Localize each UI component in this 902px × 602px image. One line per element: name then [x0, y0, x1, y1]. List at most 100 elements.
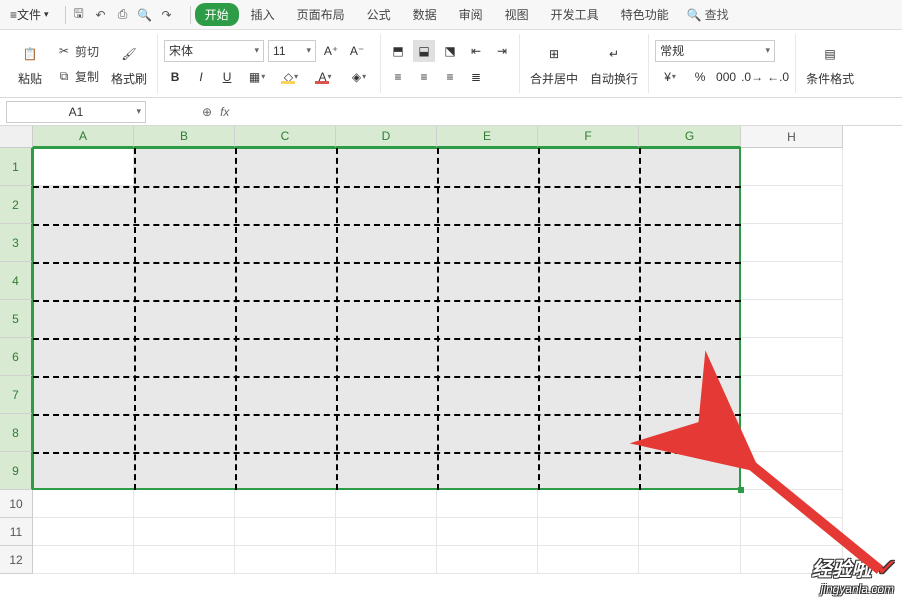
tab-special[interactable]: 特色功能 [611, 2, 679, 27]
cell[interactable] [235, 518, 336, 546]
cell[interactable] [639, 518, 741, 546]
cell[interactable] [235, 338, 336, 376]
cell[interactable] [33, 148, 134, 186]
name-box[interactable]: A1 ▾ [6, 101, 146, 123]
decrease-decimal-icon[interactable]: ←.0 [767, 66, 789, 88]
select-all-corner[interactable] [0, 126, 33, 148]
preview-icon[interactable]: 🔍 [136, 6, 154, 24]
cell[interactable] [134, 338, 235, 376]
cell[interactable] [235, 452, 336, 490]
row-header[interactable]: 8 [0, 414, 33, 452]
cell[interactable] [437, 546, 538, 574]
align-right-icon[interactable]: ≡ [439, 66, 461, 88]
cell[interactable] [538, 490, 639, 518]
fx-icon[interactable]: fx [220, 105, 229, 119]
tab-dev-tools[interactable]: 开发工具 [541, 2, 609, 27]
align-top-icon[interactable]: ⬒ [387, 40, 409, 62]
cell[interactable] [437, 452, 538, 490]
cell[interactable] [639, 546, 741, 574]
tab-review[interactable]: 审阅 [449, 2, 493, 27]
cell[interactable] [336, 300, 437, 338]
column-header[interactable]: C [235, 126, 336, 148]
cell[interactable] [336, 338, 437, 376]
cut-button[interactable]: ✂剪切 [52, 41, 103, 62]
cells-area[interactable] [33, 148, 843, 574]
cell[interactable] [437, 518, 538, 546]
decrease-indent-icon[interactable]: ⇤ [465, 40, 487, 62]
cell[interactable] [235, 300, 336, 338]
cell[interactable] [639, 414, 741, 452]
column-header[interactable]: H [741, 126, 843, 148]
cell[interactable] [741, 414, 843, 452]
font-name-select[interactable]: 宋体▾ [164, 40, 264, 62]
cell[interactable] [538, 546, 639, 574]
row-header[interactable]: 2 [0, 186, 33, 224]
cell[interactable] [538, 186, 639, 224]
column-header[interactable]: A [33, 126, 134, 148]
cell[interactable] [235, 414, 336, 452]
align-bottom-icon[interactable]: ⬔ [439, 40, 461, 62]
cell[interactable] [639, 224, 741, 262]
row-header[interactable]: 11 [0, 518, 33, 546]
cell[interactable] [33, 186, 134, 224]
align-left-icon[interactable]: ≡ [387, 66, 409, 88]
underline-button[interactable]: U [216, 66, 238, 88]
row-header[interactable]: 12 [0, 546, 33, 574]
cell[interactable] [134, 490, 235, 518]
cell[interactable] [741, 300, 843, 338]
percent-button[interactable]: % [689, 66, 711, 88]
justify-icon[interactable]: ≣ [465, 66, 487, 88]
column-header[interactable]: D [336, 126, 437, 148]
more-font-button[interactable]: ◈▾ [344, 66, 374, 88]
column-header[interactable]: G [639, 126, 741, 148]
increase-indent-icon[interactable]: ⇥ [491, 40, 513, 62]
format-painter-button[interactable]: 🖌 格式刷 [107, 38, 151, 89]
cell[interactable] [336, 186, 437, 224]
cell[interactable] [33, 414, 134, 452]
cell[interactable] [437, 148, 538, 186]
wrap-text-button[interactable]: ↵ 自动换行 [586, 38, 642, 89]
cell[interactable] [538, 452, 639, 490]
cell[interactable] [639, 338, 741, 376]
cell[interactable] [33, 300, 134, 338]
copy-button[interactable]: ⧉复制 [52, 66, 103, 87]
cell[interactable] [639, 148, 741, 186]
conditional-format-button[interactable]: ▤ 条件格式 [802, 38, 858, 89]
italic-button[interactable]: I [190, 66, 212, 88]
cell[interactable] [741, 262, 843, 300]
cell[interactable] [538, 262, 639, 300]
paste-button[interactable]: 📋 粘贴 [12, 38, 48, 89]
cell[interactable] [33, 518, 134, 546]
tab-insert[interactable]: 插入 [241, 2, 285, 27]
increase-font-icon[interactable]: A⁺ [320, 40, 342, 62]
cell[interactable] [639, 376, 741, 414]
row-header[interactable]: 10 [0, 490, 33, 518]
cell[interactable] [336, 518, 437, 546]
cell[interactable] [741, 186, 843, 224]
cell[interactable] [33, 262, 134, 300]
align-middle-icon[interactable]: ⬓ [413, 40, 435, 62]
cell[interactable] [437, 186, 538, 224]
tab-view[interactable]: 视图 [495, 2, 539, 27]
cell[interactable] [538, 224, 639, 262]
number-format-select[interactable]: 常规▾ [655, 40, 775, 62]
cell[interactable] [235, 262, 336, 300]
cell[interactable] [437, 376, 538, 414]
cell[interactable] [336, 376, 437, 414]
cell[interactable] [336, 546, 437, 574]
cell[interactable] [336, 148, 437, 186]
file-menu[interactable]: ≡ 文件 ▾ [6, 4, 53, 25]
cell[interactable] [33, 490, 134, 518]
cell[interactable] [134, 148, 235, 186]
cell[interactable] [235, 376, 336, 414]
cell[interactable] [437, 490, 538, 518]
cell[interactable] [134, 186, 235, 224]
cell[interactable] [336, 452, 437, 490]
save-icon[interactable]: 🖫 [70, 6, 88, 24]
align-center-icon[interactable]: ≡ [413, 66, 435, 88]
cell[interactable] [741, 376, 843, 414]
cell[interactable] [235, 546, 336, 574]
cell[interactable] [235, 186, 336, 224]
cell[interactable] [741, 224, 843, 262]
cell[interactable] [639, 300, 741, 338]
